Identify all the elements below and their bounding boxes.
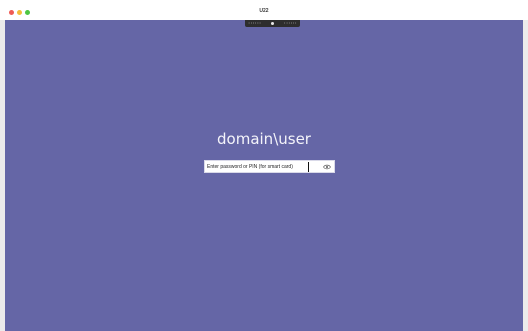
password-field <box>204 160 335 173</box>
connection-bar-right-text: :::::: <box>283 20 297 25</box>
app-window: U22 :::::: :::::: domain\user <box>0 0 528 331</box>
pin-icon[interactable] <box>271 22 274 25</box>
password-input[interactable] <box>206 162 308 172</box>
connection-bar[interactable]: :::::: :::::: <box>245 20 300 27</box>
text-caret <box>308 162 309 172</box>
show-password-button[interactable] <box>323 163 331 171</box>
window-title: U22 <box>259 8 269 14</box>
connection-bar-left-text: :::::: <box>248 20 262 25</box>
username-label: domain\user <box>217 130 311 148</box>
remote-desktop-area: :::::: :::::: domain\user <box>5 20 523 331</box>
eye-icon <box>323 164 331 170</box>
title-bar: U22 <box>0 0 528 20</box>
